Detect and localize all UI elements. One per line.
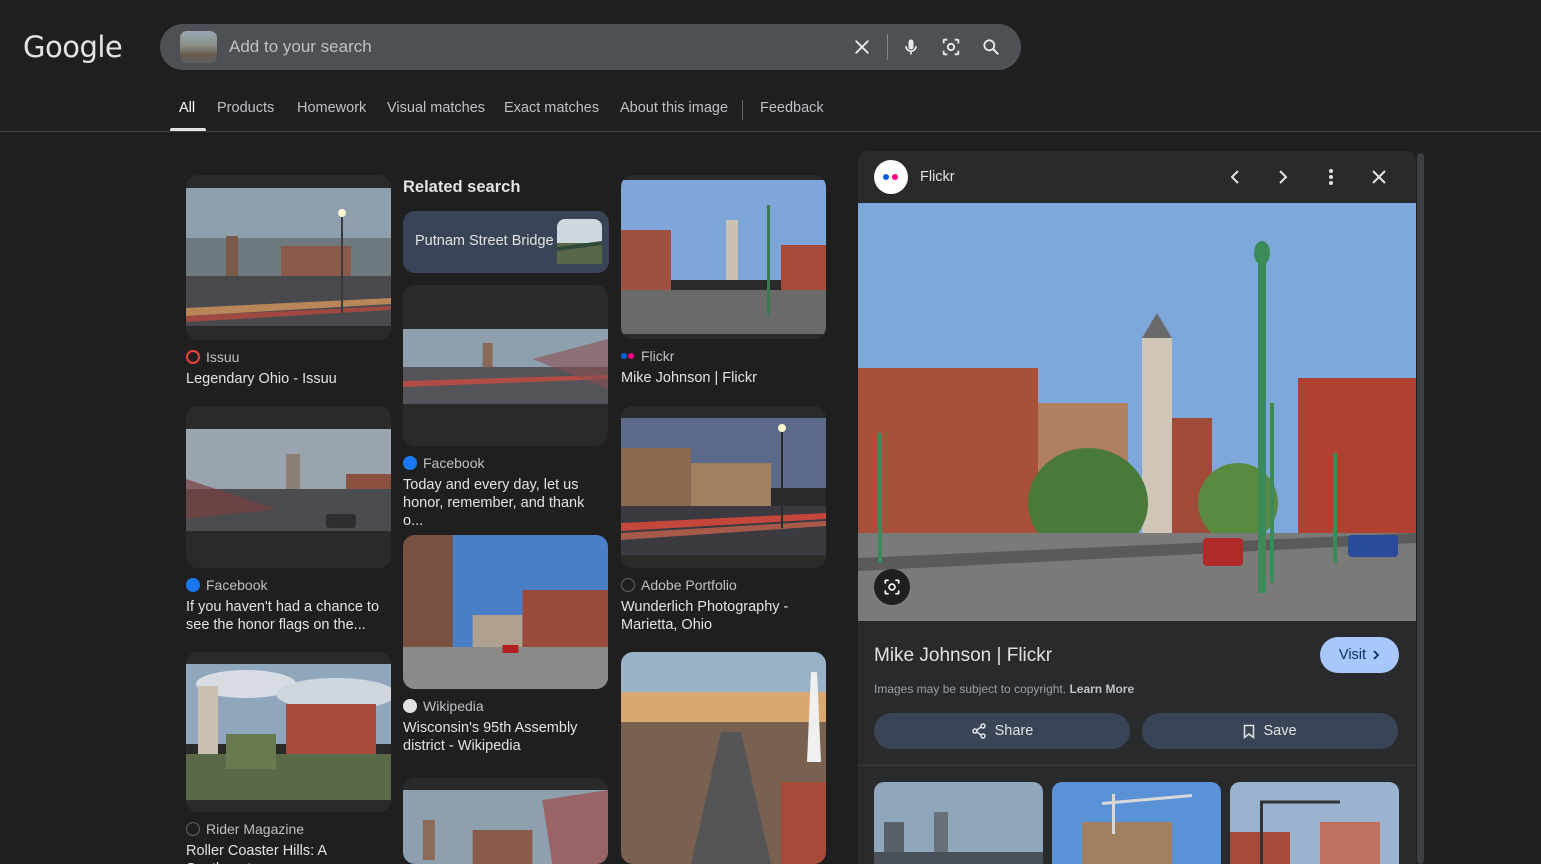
result-card-facebook-2[interactable]: Facebook Today and every day, let us hon… [403,285,608,530]
bookmark-icon [1244,724,1255,739]
tab-feedback[interactable]: Feedback [760,100,824,116]
related-search-label: Putnam Street Bridge [415,233,554,249]
result-title[interactable]: Wunderlich Photography - Marietta, Ohio [621,598,826,634]
panel-divider [858,765,1416,766]
visit-button[interactable]: Visit [1320,637,1399,673]
tab-all[interactable]: All [179,100,195,116]
clear-icon[interactable] [850,35,874,59]
close-icon[interactable] [1366,164,1392,190]
visit-label: Visit [1338,647,1367,663]
result-image[interactable] [403,285,608,446]
result-image[interactable] [186,652,391,812]
result-title[interactable]: Wisconsin's 95th Assembly district - Wik… [403,719,608,755]
tab-exact-matches[interactable]: Exact matches [504,100,599,116]
lens-camera-icon[interactable] [939,35,963,59]
image-detail-panel: Flickr Mike Johnson | Flickr Visit Image… [858,151,1416,864]
panel-source-name[interactable]: Flickr [920,169,955,185]
result-image[interactable] [186,175,391,340]
result-image[interactable] [621,175,826,339]
result-image[interactable] [621,406,826,568]
adobe-portfolio-icon [621,578,635,592]
chevron-right-icon [1373,650,1380,660]
more-options-icon[interactable] [1318,164,1344,190]
main-preview-image[interactable] [858,203,1416,621]
next-icon[interactable] [1270,164,1296,190]
result-card-facebook-1[interactable]: Facebook If you haven't had a chance to … [186,406,391,634]
google-logo[interactable]: Google [23,30,123,64]
result-source: Issuu [186,348,391,366]
search-input[interactable] [229,24,829,70]
search-image-thumbnail[interactable] [180,31,217,63]
result-card-wikipedia[interactable]: Wikipedia Wisconsin's 95th Assembly dist… [403,535,608,755]
search-icon[interactable] [979,35,1003,59]
microphone-icon[interactable] [899,35,923,59]
related-search-thumbnail [557,219,602,264]
result-image[interactable] [403,778,608,864]
save-label: Save [1263,723,1297,739]
search-tabs: All Products Homework Visual matches Exa… [0,88,1541,132]
result-image[interactable] [621,652,826,864]
related-image-thumbnail[interactable] [1230,782,1399,864]
result-image[interactable] [403,535,608,689]
search-bar [160,24,1021,70]
tab-separator [742,100,743,120]
facebook-icon [403,456,417,470]
lens-search-button[interactable] [874,569,910,605]
result-source: Wikipedia [403,697,608,715]
result-card-partial[interactable] [403,778,608,864]
save-button[interactable]: Save [1142,713,1398,749]
result-card-flickr[interactable]: Flickr Mike Johnson | Flickr [621,175,826,387]
result-title[interactable]: Today and every day, let us honor, remem… [403,476,608,530]
related-search-heading: Related search [403,178,521,196]
result-source: Rider Magazine [186,820,391,838]
related-search-chip[interactable]: Putnam Street Bridge [403,211,609,273]
result-source: Facebook [186,576,391,594]
tab-products[interactable]: Products [217,100,274,116]
flickr-icon [621,349,635,363]
result-card-adobe-portfolio[interactable]: Adobe Portfolio Wunderlich Photography -… [621,406,826,634]
result-image[interactable] [186,406,391,568]
tab-about-this-image[interactable]: About this image [620,100,728,116]
panel-title[interactable]: Mike Johnson | Flickr [874,645,1052,667]
result-source: Facebook [403,454,608,472]
tab-homework[interactable]: Homework [297,100,366,116]
result-source: Flickr [621,347,826,365]
result-title[interactable]: If you haven't had a chance to see the h… [186,598,391,634]
share-button[interactable]: Share [874,713,1130,749]
flickr-logo-icon [874,160,908,194]
active-tab-indicator [170,128,206,131]
wikipedia-icon [403,699,417,713]
facebook-icon [186,578,200,592]
previous-icon[interactable] [1222,164,1248,190]
related-image-thumbnail[interactable] [874,782,1043,864]
result-card-rider-magazine[interactable]: Rider Magazine Roller Coaster Hills: A S… [186,652,391,864]
panel-scrollbar[interactable] [1417,153,1424,864]
result-title[interactable]: Mike Johnson | Flickr [621,369,826,387]
share-label: Share [994,723,1034,739]
share-icon [971,723,986,739]
copyright-notice: Images may be subject to copyright. Lear… [874,682,1135,696]
result-card-issuu[interactable]: Issuu Legendary Ohio - Issuu [186,175,391,388]
rider-magazine-icon [186,822,200,836]
result-source: Adobe Portfolio [621,576,826,594]
related-image-thumbnail[interactable] [1052,782,1221,864]
result-title[interactable]: Roller Coaster Hills: A Southeast [186,842,391,864]
learn-more-link[interactable]: Learn More [1069,682,1134,696]
issuu-icon [186,350,200,364]
result-title[interactable]: Legendary Ohio - Issuu [186,370,391,388]
result-card-aerial[interactable] [621,652,826,864]
search-divider [887,34,888,60]
tab-visual-matches[interactable]: Visual matches [387,100,485,116]
